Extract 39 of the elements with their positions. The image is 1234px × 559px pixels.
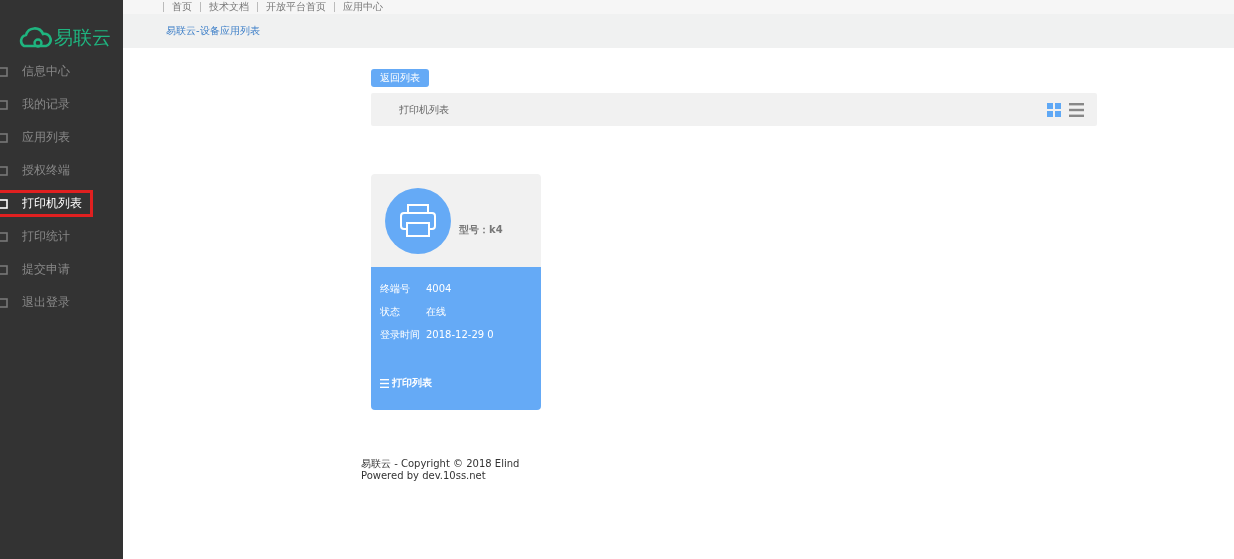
menu-item-icon [0, 66, 8, 77]
logo-text: 易联云 [54, 25, 111, 50]
menu-item-icon [0, 132, 8, 143]
field-label: 终端号 [380, 281, 411, 296]
nav-link[interactable]: 应用中心 [343, 1, 383, 13]
nav-link[interactable]: 技术文档 [209, 1, 249, 13]
sidebar-item[interactable]: 打印机列表 [0, 190, 93, 217]
menu-item-icon [0, 231, 8, 242]
field-value: 4004 [426, 283, 452, 294]
footer-text: 易联云 - Copyright © 2018 Elind [361, 458, 520, 470]
sidebar-item[interactable]: 提交申请 [0, 256, 93, 283]
footer-text: Powered by dev.10ss.net [361, 470, 487, 482]
list-view-icon[interactable] [1069, 102, 1084, 117]
printer-icon [385, 187, 451, 254]
panel-title: 打印机列表 [399, 102, 449, 117]
menu-item-icon [0, 198, 8, 209]
field-value: 在线 [426, 304, 446, 319]
list-icon [380, 378, 389, 388]
breadcrumb: 易联云-设备应用列表 [166, 24, 260, 38]
menu-item-icon [0, 264, 8, 275]
menu-item-icon [0, 99, 8, 110]
print-list-link[interactable]: 打印列表 [380, 376, 432, 390]
field-value: 2018-12-29 0 [426, 329, 494, 340]
sidebar-item[interactable]: 退出登录 [0, 289, 93, 316]
sidebar-item[interactable]: 我的记录 [0, 91, 93, 118]
nav-link[interactable]: 开放平台首页 [266, 1, 326, 13]
back-button[interactable]: 返回列表 [371, 69, 429, 87]
model-label: 型号：k4 [459, 222, 503, 237]
sidebar-item[interactable]: 应用列表 [0, 124, 93, 151]
menu-item-icon [0, 165, 8, 176]
menu-item-icon [0, 297, 8, 308]
sidebar-item[interactable]: 信息中心 [0, 58, 93, 85]
field-label: 登录时间 [380, 327, 421, 342]
nav-link[interactable]: 首页 [172, 1, 192, 13]
sidebar-item[interactable]: 打印统计 [0, 223, 93, 250]
grid-view-icon[interactable] [1047, 102, 1061, 117]
sidebar-item[interactable]: 授权终端 [0, 157, 93, 184]
cloud-logo-icon [18, 26, 52, 50]
field-label: 状态 [380, 304, 401, 319]
